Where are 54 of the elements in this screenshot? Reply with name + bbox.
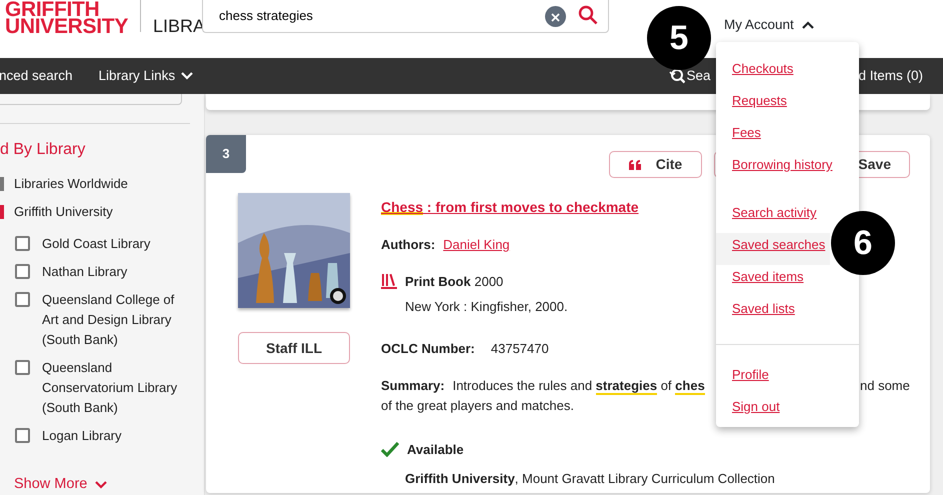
radio-button[interactable] (0, 177, 4, 191)
menu-item[interactable]: Requests (716, 89, 830, 121)
publisher-text: New York : Kingfisher, 2000. (405, 298, 568, 316)
checkbox[interactable] (15, 264, 30, 279)
format-text: Print Book 2000 (405, 272, 504, 290)
result-number: 3 (206, 135, 246, 173)
menu-item[interactable]: Saved lists (716, 297, 830, 329)
search-icon (578, 4, 598, 24)
availability-status: Available (407, 441, 464, 459)
summary-text: nd some (860, 377, 910, 395)
result-title-link[interactable]: Chess : from first moves to checkmate (381, 197, 639, 218)
logo-text[interactable]: GRIFFITH UNIVERSITY (5, 1, 128, 35)
menu-item[interactable]: Checkouts (716, 57, 830, 89)
menu-item[interactable]: Profile (716, 363, 830, 395)
field-label: OCLC Number: (381, 340, 475, 358)
nav-link[interactable]: Library Links (98, 66, 194, 86)
checkbox-label[interactable]: Logan Library (42, 426, 192, 446)
holding-text: Griffith University, Mount Gravatt Library Curriculum Collection (405, 470, 775, 488)
checkbox-label[interactable]: Queensland College of Art and Design Library (South Bank) (42, 290, 192, 350)
nav-link[interactable]: d Items (0) (858, 66, 923, 86)
menu-item[interactable]: Saved searches (716, 233, 830, 265)
option-label[interactable]: Libraries Worldwide (14, 174, 128, 194)
checkbox[interactable] (15, 428, 30, 443)
menu-item[interactable]: Sign out (716, 395, 830, 427)
account-menu-toggle[interactable]: My Account (724, 15, 814, 36)
staff-ill-button[interactable]: Staff ILL (238, 332, 350, 364)
checkbox-label[interactable]: Queensland Conservatorium Library (South Bank) (42, 358, 192, 418)
author-link[interactable]: Daniel King (443, 235, 510, 254)
summary-text: Introduces the rules and strategies of ches (452, 377, 705, 395)
field-label: Authors: (381, 236, 436, 254)
option-label[interactable]: Griffith University (14, 202, 113, 222)
checkbox[interactable] (15, 236, 30, 251)
caret-icon (95, 480, 108, 489)
nav-link[interactable]: nced search (0, 66, 73, 86)
checkbox-label[interactable]: Nathan Library (42, 262, 192, 282)
menu-item[interactable]: Fees (716, 121, 830, 153)
quote-icon (628, 160, 642, 170)
menu-item[interactable]: Search activity (716, 201, 830, 233)
menu-item[interactable]: Borrowing history (716, 153, 830, 185)
show-more-link[interactable]: Show More (14, 474, 108, 495)
search-field[interactable]: chess strategies (202, 0, 609, 33)
radio-button[interactable] (0, 205, 4, 219)
search-history-icon (669, 68, 686, 84)
checkbox[interactable] (15, 360, 30, 375)
menu-item[interactable]: Saved items (716, 265, 830, 297)
checkbox-label[interactable]: Gold Coast Library (42, 234, 192, 254)
field-label: Summary: (381, 377, 445, 395)
checkbox[interactable] (15, 292, 30, 307)
oclc-number: 43757470 (490, 340, 549, 358)
summary-text: of the great players and matches. (381, 397, 574, 415)
books-icon (381, 273, 397, 290)
clear-icon[interactable] (545, 6, 566, 27)
cite-button[interactable]: Cite (609, 151, 702, 178)
filter-heading: d By Library (0, 140, 86, 160)
